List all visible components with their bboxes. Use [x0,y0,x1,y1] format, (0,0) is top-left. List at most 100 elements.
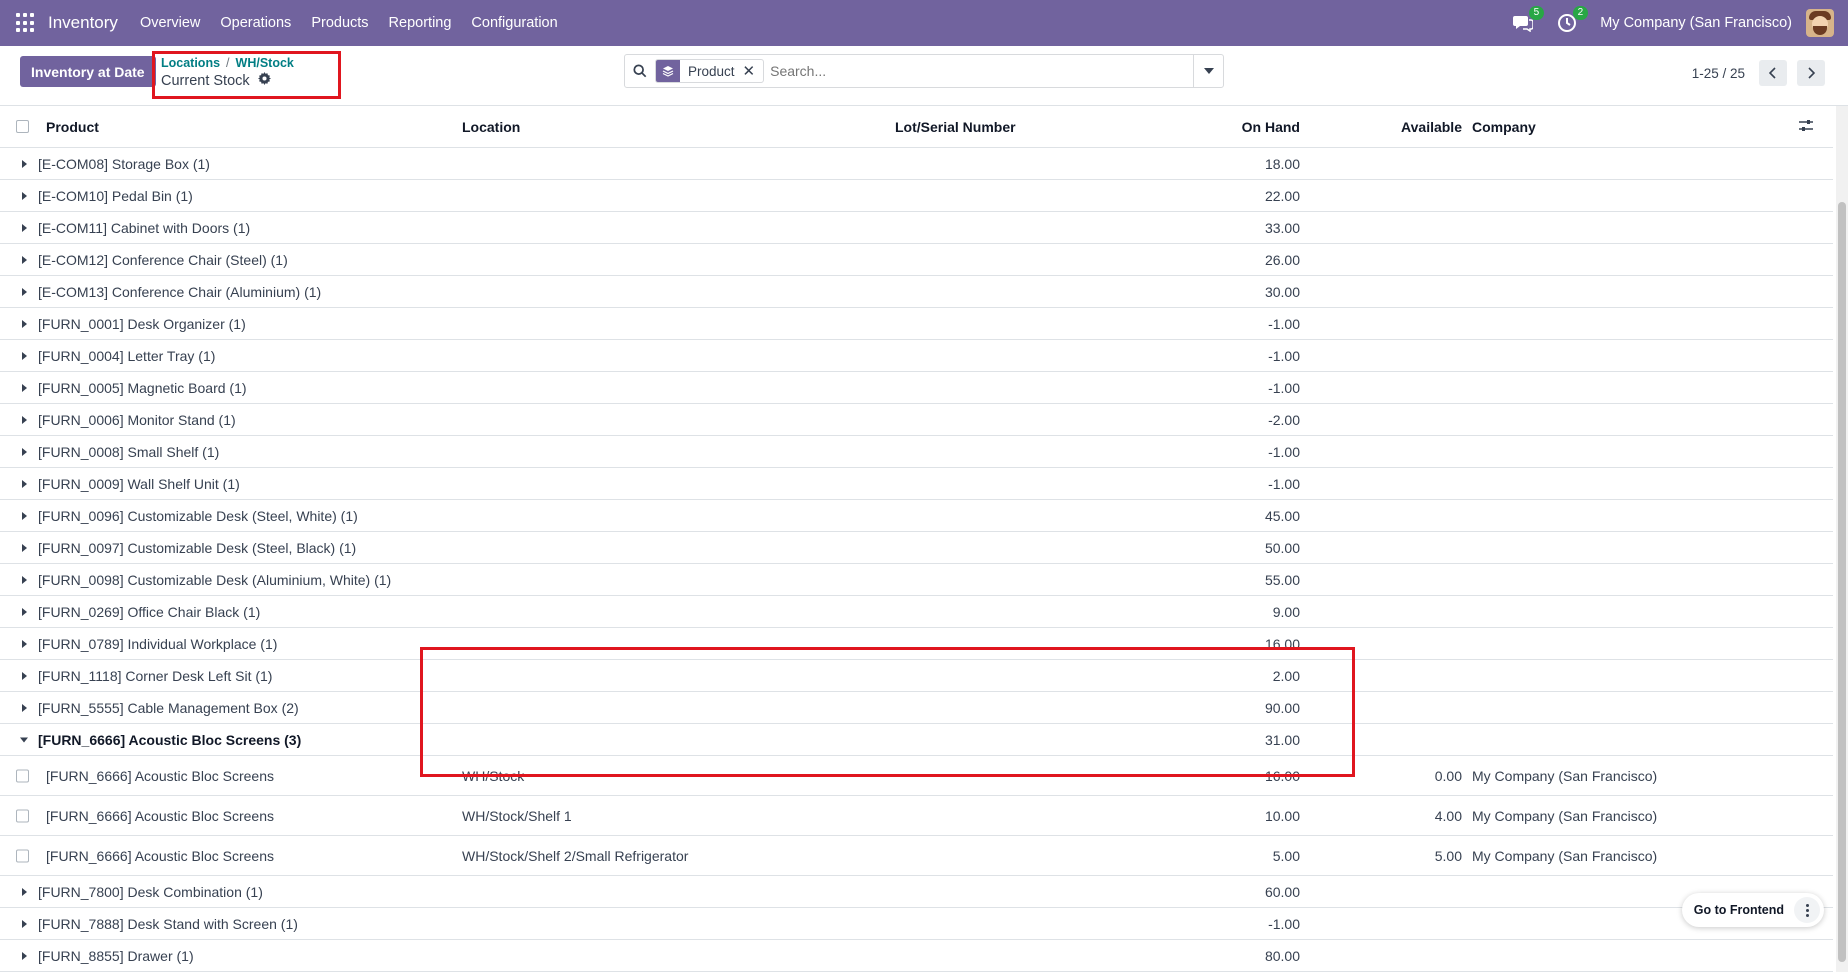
group-on-hand: -1.00 [1268,315,1300,332]
row-checkbox[interactable] [16,849,29,862]
cell-on-hand: 16.00 [1264,767,1300,784]
group-label: [E-COM08] Storage Box (1) [38,155,210,172]
activities-clock-icon[interactable]: 2 [1556,6,1589,34]
group-row[interactable]: [FURN_0008] Small Shelf (1) -1.00 [0,436,1833,468]
top-navbar: Inventory Overview Operations Products R… [0,0,1848,46]
facet-close-icon[interactable]: ✕ [743,62,764,80]
cell-available: 5.00 [1434,847,1462,864]
group-label: [FURN_0789] Individual Workplace (1) [38,635,278,652]
go-to-frontend-button[interactable]: Go to Frontend [1694,903,1794,917]
pager-previous-button[interactable] [1759,60,1787,86]
menu-overview[interactable]: Overview [140,15,200,31]
group-label: [FURN_0269] Office Chair Black (1) [38,603,261,620]
caret-right-icon [22,671,27,680]
header-available[interactable]: Available [1362,119,1462,135]
header-on-hand[interactable]: On Hand [1200,119,1300,135]
group-label: [E-COM13] Conference Chair (Aluminium) (… [38,283,322,300]
menu-products[interactable]: Products [311,15,368,31]
caret-right-icon [22,887,27,896]
search-input[interactable] [770,55,1193,87]
table-header: Product Location Lot/Serial Number On Ha… [0,106,1833,148]
user-avatar[interactable] [1806,9,1834,37]
group-row[interactable]: [FURN_0009] Wall Shelf Unit (1) -1.00 [0,468,1833,500]
group-row[interactable]: [E-COM10] Pedal Bin (1) 22.00 [0,180,1833,212]
header-location[interactable]: Location [462,119,520,135]
gear-icon[interactable] [257,72,271,89]
caret-right-icon [22,191,27,200]
group-row[interactable]: [FURN_7800] Desk Combination (1) 60.00 [0,876,1833,908]
group-on-hand: -1.00 [1268,379,1300,396]
caret-right-icon [22,511,27,520]
group-row[interactable]: [FURN_0269] Office Chair Black (1) 9.00 [0,596,1833,628]
more-options-icon[interactable] [1794,897,1820,923]
table-row[interactable]: [FURN_6666] Acoustic Bloc Screens WH/Stoc… [0,756,1833,796]
cell-location: WH/Stock/Shelf 1 [462,807,572,824]
group-row[interactable]: [FURN_5555] Cable Management Box (2) 90.0… [0,692,1833,724]
messages-icon[interactable]: 5 [1512,6,1545,34]
group-on-hand: 26.00 [1264,251,1300,268]
caret-right-icon [22,703,27,712]
group-on-hand: 2.00 [1272,667,1300,684]
breadcrumb-locations[interactable]: Locations [161,56,220,70]
inventory-at-date-button[interactable]: Inventory at Date [20,56,156,87]
group-row[interactable]: [FURN_0001] Desk Organizer (1) -1.00 [0,308,1833,340]
table-row[interactable]: [FURN_6666] Acoustic Bloc Screens WH/Stoc… [0,796,1833,836]
cell-available: 0.00 [1434,767,1462,784]
header-product[interactable]: Product [46,119,99,135]
group-row[interactable]: [FURN_1118] Corner Desk Left Sit (1) 2.00 [0,660,1833,692]
caret-right-icon [22,447,27,456]
group-row[interactable]: [FURN_0006] Monitor Stand (1) -2.00 [0,404,1833,436]
group-row[interactable]: [FURN_0097] Customizable Desk (Steel, Bl… [0,532,1833,564]
group-row[interactable]: [FURN_7888] Desk Stand with Screen (1) -1… [0,908,1833,940]
cell-product: [FURN_6666] Acoustic Bloc Screens [46,807,274,824]
pager-next-button[interactable] [1797,60,1825,86]
menu-configuration[interactable]: Configuration [471,15,557,31]
group-on-hand: 90.00 [1264,699,1300,716]
search-icon[interactable] [625,64,655,78]
header-lot[interactable]: Lot/Serial Number [895,119,1016,135]
group-row[interactable]: [E-COM12] Conference Chair (Steel) (1) 26… [0,244,1833,276]
group-on-hand: -1.00 [1268,915,1300,932]
group-row[interactable]: [E-COM08] Storage Box (1) 18.00 [0,148,1833,180]
group-on-hand: 33.00 [1264,219,1300,236]
select-all-checkbox[interactable] [16,120,29,133]
company-switcher[interactable]: My Company (San Francisco) [1600,15,1792,31]
cell-available: 4.00 [1434,807,1462,824]
app-menu-grid-icon[interactable] [16,13,36,33]
group-on-hand: 18.00 [1264,155,1300,172]
caret-right-icon [22,415,27,424]
group-label: [FURN_6666] Acoustic Bloc Screens (3) [38,731,302,748]
caret-right-icon [22,607,27,616]
group-label: [FURN_7888] Desk Stand with Screen (1) [38,915,298,932]
breadcrumb-wh-stock[interactable]: WH/Stock [236,56,294,70]
group-row[interactable]: [FURN_0789] Individual Workplace (1) 16.0… [0,628,1833,660]
scrollbar[interactable] [1836,106,1848,972]
group-on-hand: 31.00 [1264,731,1300,748]
group-row[interactable]: [FURN_0004] Letter Tray (1) -1.00 [0,340,1833,372]
scroll-thumb[interactable] [1838,202,1846,962]
row-checkbox[interactable] [16,769,29,782]
cell-company: My Company (San Francisco) [1472,767,1658,784]
menu-operations[interactable]: Operations [220,15,291,31]
pager-value[interactable]: 1-25 / 25 [1692,66,1745,81]
group-row[interactable]: [FURN_8855] Drawer (1) 80.00 [0,940,1833,972]
optional-columns-icon[interactable] [1799,119,1813,136]
group-row-open[interactable]: [FURN_6666] Acoustic Bloc Screens (3) 31… [0,724,1833,756]
caret-down-icon [20,737,28,742]
table-row[interactable]: [FURN_6666] Acoustic Bloc Screens WH/Stoc… [0,836,1833,876]
group-row[interactable]: [FURN_0005] Magnetic Board (1) -1.00 [0,372,1833,404]
group-label: [E-COM12] Conference Chair (Steel) (1) [38,251,288,268]
group-row[interactable]: [E-COM11] Cabinet with Doors (1) 33.00 [0,212,1833,244]
group-on-hand: 55.00 [1264,571,1300,588]
search-options-toggle[interactable] [1193,55,1223,87]
row-checkbox[interactable] [16,809,29,822]
header-company[interactable]: Company [1472,119,1536,135]
app-brand[interactable]: Inventory [48,13,118,33]
stock-list: Product Location Lot/Serial Number On Ha… [0,106,1833,972]
group-row[interactable]: [FURN_0098] Customizable Desk (Aluminium… [0,564,1833,596]
menu-reporting[interactable]: Reporting [389,15,452,31]
control-panel: Inventory at Date Locations / WH/Stock C… [0,46,1848,106]
group-row[interactable]: [E-COM13] Conference Chair (Aluminium) (… [0,276,1833,308]
group-label: [FURN_8855] Drawer (1) [38,947,194,964]
group-row[interactable]: [FURN_0096] Customizable Desk (Steel, Wh… [0,500,1833,532]
